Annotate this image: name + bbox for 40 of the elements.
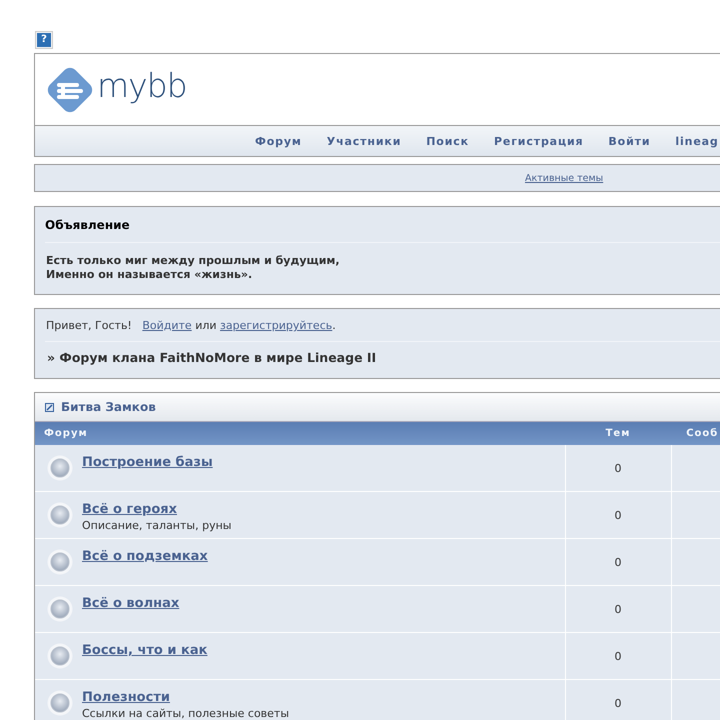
help-button[interactable]: ? — [35, 31, 53, 49]
forum-description: Описание, таланты, руны — [82, 519, 232, 532]
forum-status-icon — [47, 549, 73, 575]
thread-count: 0 — [565, 632, 671, 680]
category-title: Битва Замков — [61, 400, 156, 414]
logo-text: mybb — [97, 66, 187, 105]
forum-link[interactable]: Полезности — [82, 690, 170, 705]
forum-status-icon — [47, 455, 73, 481]
forum-status-icon — [47, 596, 73, 622]
thread-count: 0 — [565, 680, 671, 720]
nav-link[interactable]: Войти — [608, 134, 650, 148]
column-header: Форум — [35, 422, 565, 445]
announcement-text: Есть только миг между прошлым и будущим, Именно он называется «жизнь». — [45, 253, 341, 282]
nav-link[interactable]: Регистрация — [494, 134, 584, 148]
column-header: Сооб — [671, 422, 720, 445]
active-topics-link[interactable]: Активные темы — [525, 172, 604, 184]
announcement-title: Объявление — [45, 207, 720, 243]
forum-description: Ссылки на сайты, полезные советы — [82, 707, 290, 720]
login-link[interactable]: Войдите — [142, 319, 192, 332]
forum-status-icon — [47, 502, 73, 528]
forum-link[interactable]: Всё о волнах — [82, 596, 180, 611]
forum-link[interactable]: Всё о подземках — [82, 549, 208, 564]
nav-link[interactable]: Поиск — [426, 134, 469, 148]
nav-link[interactable]: Участники — [326, 134, 402, 148]
thread-count: 0 — [565, 445, 671, 492]
collapse-icon[interactable] — [45, 402, 54, 412]
thread-count: 0 — [565, 586, 671, 632]
forum-status-icon — [47, 643, 73, 669]
nav-link[interactable]: Форум — [255, 134, 302, 148]
breadcrumb: » Форум клана FaithNoMore в мире Lineage II — [46, 349, 378, 365]
thread-count: 0 — [565, 492, 671, 538]
forum-link[interactable]: Построение базы — [82, 455, 213, 470]
nav-link[interactable]: lineag — [675, 134, 719, 148]
forum-link[interactable]: Боссы, что и как — [82, 643, 208, 658]
thread-count: 0 — [565, 538, 671, 586]
forum-link[interactable]: Всё о героях — [82, 502, 177, 517]
forum-status-icon — [47, 690, 73, 716]
column-header: Тем — [565, 422, 671, 445]
welcome-text: Привет, Гость! Войдите или зарегистрируйтесь. — [45, 309, 720, 342]
register-link[interactable]: зарегистрируйтесь — [220, 319, 332, 332]
